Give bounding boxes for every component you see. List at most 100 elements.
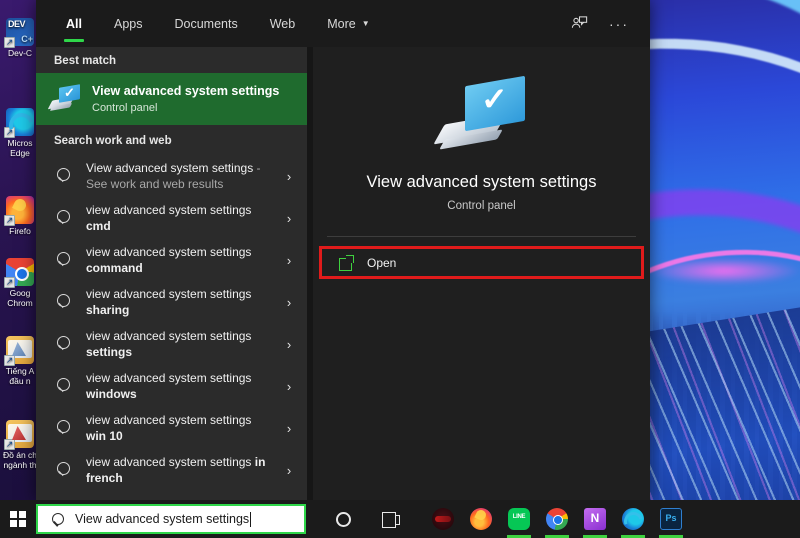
tab-more[interactable]: More▼ <box>311 0 385 47</box>
chevron-right-icon[interactable]: › <box>279 169 299 184</box>
chevron-down-icon: ▼ <box>362 19 370 28</box>
taskbar-app-photoshop[interactable] <box>652 500 690 538</box>
taskbar-app-list <box>424 500 690 538</box>
list-item[interactable]: view advanced system settings windows› <box>36 365 307 407</box>
wallpaper-neon-city <box>648 0 800 538</box>
chevron-right-icon[interactable]: › <box>279 379 299 394</box>
desktop-icon[interactable]: ↗Tiếng A đầu n <box>0 336 40 386</box>
web-results-heading: Search work and web <box>36 125 307 153</box>
list-item-label: view advanced system settings windows <box>86 370 279 402</box>
search-icon <box>54 249 76 271</box>
desktop-icon-glyph: ↗ <box>6 420 34 448</box>
desktop-icon[interactable]: ↗Firefo <box>0 196 40 236</box>
chevron-right-icon[interactable]: › <box>279 337 299 352</box>
best-match-result[interactable]: View advanced system settings Control pa… <box>36 73 307 125</box>
taskbar-app-google-chrome[interactable] <box>538 500 576 538</box>
chevron-right-icon[interactable]: › <box>279 421 299 436</box>
tab-apps[interactable]: Apps <box>98 0 159 47</box>
list-item[interactable]: View advanced system settings - See work… <box>36 155 307 197</box>
shortcut-arrow-icon: ↗ <box>4 215 15 226</box>
taskbar-app-line[interactable] <box>500 500 538 538</box>
list-item[interactable]: view advanced system settings settings› <box>36 323 307 365</box>
unknown-red-app-icon <box>432 508 454 530</box>
list-item[interactable]: view advanced system settings cmd › <box>36 197 307 239</box>
taskbar-app-onenote[interactable] <box>576 500 614 538</box>
tab-web[interactable]: Web <box>254 0 311 47</box>
search-icon <box>54 207 76 229</box>
cortana-circle-icon <box>336 512 351 527</box>
search-flyout: AllAppsDocumentsWebMore▼ ··· Bes <box>36 0 650 500</box>
query-text: view advanced system settings <box>86 329 251 343</box>
query-text: view advanced system settings <box>86 287 251 301</box>
task-view-button[interactable] <box>372 500 410 538</box>
search-tab-bar: All Apps Documents WebMore▼ <box>50 0 386 47</box>
windows-start-icon[interactable] <box>0 500 36 538</box>
more-options-button[interactable]: ··· <box>606 11 632 37</box>
desktop-icon-label: Tiếng A đầu n <box>0 366 40 386</box>
desktop-icon-glyph: ↗ <box>6 18 34 46</box>
taskbar-app-firefox[interactable] <box>462 500 500 538</box>
query-text: view advanced system settings <box>86 455 255 469</box>
text-cursor <box>250 512 251 527</box>
shortcut-arrow-icon: ↗ <box>4 355 15 366</box>
shortcut-arrow-icon: ↗ <box>4 277 15 288</box>
query-suffix: settings <box>86 345 132 359</box>
list-item[interactable]: view advanced system settings in french› <box>36 449 307 491</box>
tab-documents[interactable]: Documents <box>158 0 253 47</box>
taskbar-app-microsoft-edge[interactable] <box>614 500 652 538</box>
list-item[interactable]: view advanced system settings command› <box>36 239 307 281</box>
query-suffix: cmd <box>86 219 111 233</box>
preview-title: View advanced system settings <box>313 171 650 193</box>
query-suffix: sharing <box>86 303 129 317</box>
chevron-right-icon[interactable]: › <box>279 295 299 310</box>
line-icon <box>508 508 530 530</box>
desktop-icon[interactable]: ↗Dev-C <box>0 18 40 58</box>
chevron-right-icon[interactable]: › <box>279 253 299 268</box>
search-icon <box>54 165 76 187</box>
tab-label: Documents <box>174 17 237 31</box>
firefox-icon <box>470 508 492 530</box>
taskbar-search-input[interactable]: View advanced system settings <box>36 504 306 534</box>
taskbar-app-unknown-red-app[interactable] <box>424 500 462 538</box>
desktop-icon-label: Dev-C <box>0 48 40 58</box>
search-icon <box>54 291 76 313</box>
open-button[interactable]: Open <box>319 246 644 279</box>
chevron-right-icon[interactable]: › <box>279 463 299 478</box>
list-item-label: view advanced system settings command <box>86 244 279 276</box>
desktop-icon-label: Micros Edge <box>0 138 40 158</box>
desktop-icon[interactable]: ↗Đồ án ch ngành th <box>0 420 40 470</box>
feedback-icon[interactable] <box>566 11 592 37</box>
chevron-right-icon[interactable]: › <box>279 211 299 226</box>
query-text: view advanced system settings <box>86 413 251 427</box>
shortcut-arrow-icon: ↗ <box>4 439 15 450</box>
query-text: view advanced system settings <box>86 245 251 259</box>
best-match-title: View advanced system settings <box>92 84 279 99</box>
tab-all[interactable]: All <box>50 0 98 47</box>
search-icon <box>54 459 76 481</box>
desktop-icon-glyph: ↗ <box>6 196 34 224</box>
tab-label: All <box>66 17 82 31</box>
query-suffix: windows <box>86 387 137 401</box>
search-icon <box>54 333 76 355</box>
list-item[interactable]: view advanced system settings sharing› <box>36 281 307 323</box>
cortana-button[interactable] <box>324 500 362 538</box>
desktop-icon[interactable]: ↗Micros Edge <box>0 108 40 158</box>
desktop-icon-glyph: ↗ <box>6 108 34 136</box>
shortcut-arrow-icon: ↗ <box>4 37 15 48</box>
more-options-label: ··· <box>609 19 629 29</box>
list-item-label: view advanced system settings settings <box>86 328 279 360</box>
open-external-icon <box>339 256 353 269</box>
desktop-icon-label: Đồ án ch ngành th <box>0 450 40 470</box>
preview-subtitle: Control panel <box>313 200 650 212</box>
list-item[interactable]: view advanced system settings win 10 › <box>36 407 307 449</box>
list-item-label: view advanced system settings sharing <box>86 286 279 318</box>
desktop-icon[interactable]: ↗Goog Chrom <box>0 258 40 308</box>
query-text: view advanced system settings <box>86 203 251 217</box>
query-suffix: win 10 <box>86 429 123 443</box>
search-input-value: View advanced system settings <box>75 512 249 526</box>
desktop-icon-glyph: ↗ <box>6 336 34 364</box>
web-results-list: View advanced system settings - See work… <box>36 153 307 491</box>
onenote-icon <box>584 508 606 530</box>
preview-divider <box>327 236 636 237</box>
task-view-icon <box>382 512 400 526</box>
